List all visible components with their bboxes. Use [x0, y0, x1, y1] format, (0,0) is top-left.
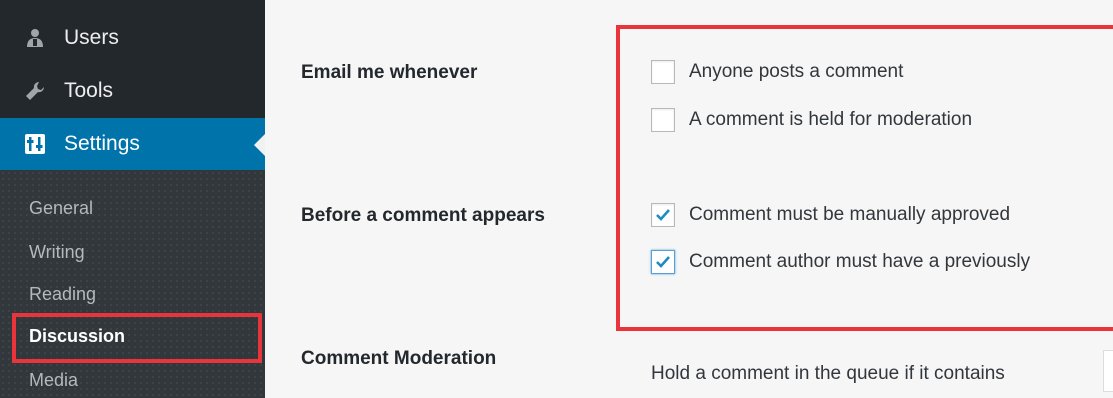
links-count-input[interactable] [1103, 350, 1113, 392]
discussion-settings-panel: Email me whenever Anyone posts a comment… [265, 0, 1113, 398]
settings-sliders-icon [22, 131, 48, 157]
menu-item-settings[interactable]: Settings [0, 118, 265, 170]
submenu-item-media[interactable]: Media [29, 370, 78, 391]
users-icon [22, 25, 48, 51]
settings-submenu: General Writing Reading Discussion Media [0, 170, 265, 398]
menu-item-label: Users [64, 26, 119, 49]
submenu-item-reading[interactable]: Reading [29, 284, 96, 305]
submenu-item-general[interactable]: General [29, 198, 93, 219]
menu-item-label: Tools [64, 79, 114, 102]
menu-item-tools[interactable]: Tools [0, 65, 265, 117]
comment-moderation-label: Comment Moderation [301, 348, 497, 369]
options-highlight-box [616, 25, 1113, 331]
submenu-item-writing[interactable]: Writing [29, 242, 85, 263]
wrench-icon [22, 78, 48, 104]
menu-item-label: Settings [64, 132, 140, 155]
menu-item-users[interactable]: Users [0, 12, 265, 64]
hold-in-queue-text: Hold a comment in the queue if it contai… [651, 363, 1005, 384]
current-menu-arrow [254, 134, 265, 156]
discussion-highlight-box [12, 313, 262, 363]
email-me-whenever-label: Email me whenever [301, 62, 478, 83]
before-comment-appears-label: Before a comment appears [301, 205, 545, 226]
